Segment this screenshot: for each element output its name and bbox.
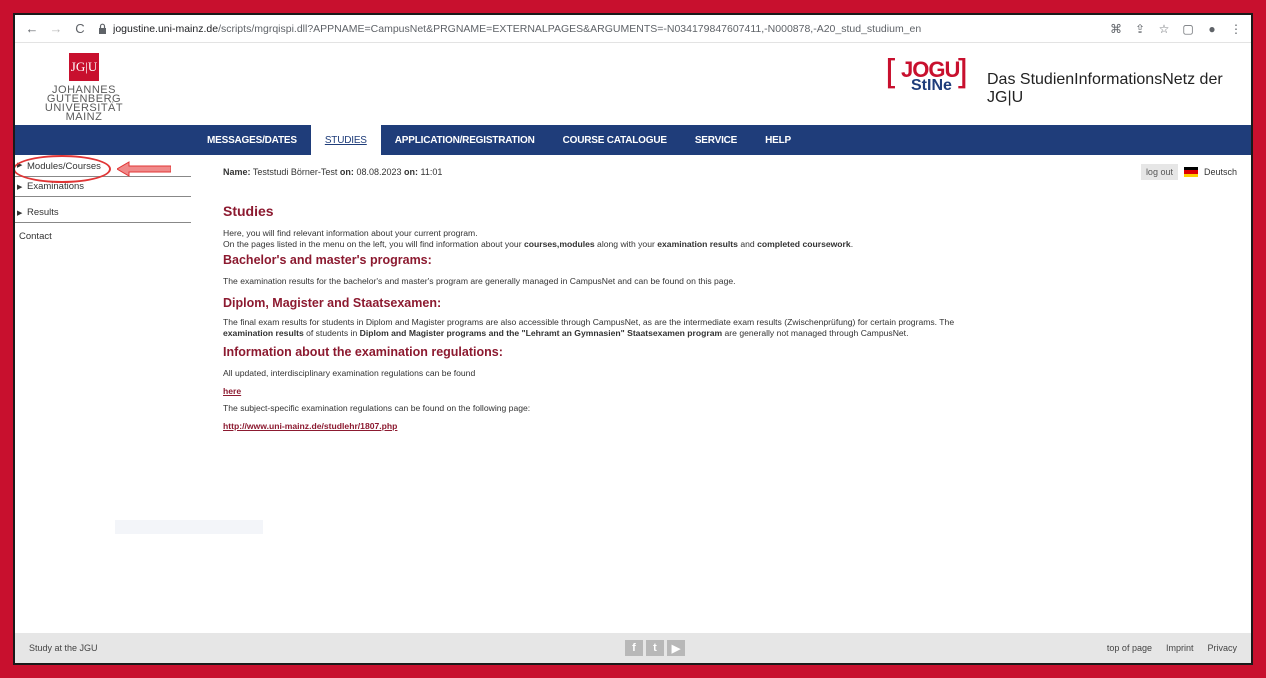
- logo-bracket-right: ]: [955, 53, 969, 93]
- footer-imprint[interactable]: Imprint: [1166, 643, 1194, 653]
- jgu-logo-line2: UNIVERSITÄT MAINZ: [44, 102, 124, 123]
- footer-study-link[interactable]: Study at the JGU: [29, 643, 1107, 653]
- app-window: ← → C jogustine.uni-mainz.de/scripts/mgr…: [13, 13, 1253, 665]
- nav-course-catalogue[interactable]: COURSE CATALOGUE: [549, 125, 681, 155]
- paragraph-regulations-2: The subject-specific examination regulat…: [223, 403, 531, 413]
- heading-exam-regulations: Information about the examination regula…: [223, 345, 503, 359]
- on-label-2: on:: [404, 167, 418, 177]
- sidebar-item-label: Contact: [19, 231, 52, 242]
- heading-diplom-magister: Diplom, Magister and Staatsexamen:: [223, 296, 442, 310]
- nav-studies[interactable]: STUDIES: [310, 125, 381, 155]
- reload-icon[interactable]: C: [71, 20, 89, 38]
- forward-icon[interactable]: →: [47, 20, 65, 38]
- sidepanel-icon[interactable]: ▢: [1181, 22, 1195, 36]
- jgu-logo[interactable]: JG|U JOHANNES GUTENBERG UNIVERSITÄT MAIN…: [29, 53, 139, 123]
- sidebar-item-results[interactable]: ▶ Results: [15, 203, 191, 223]
- annotation-arrow-icon: [117, 161, 171, 177]
- twitter-icon[interactable]: t: [646, 640, 664, 656]
- expand-triangle-icon: ▶: [17, 210, 23, 217]
- paragraph-bachelor-master: The examination results for the bachelor…: [223, 276, 736, 286]
- social-links: f t ▶: [625, 640, 685, 656]
- login-time: 11:01: [420, 167, 443, 177]
- heading-bachelor-master: Bachelor's and master's programs:: [223, 253, 432, 267]
- sidebar-item-label: Results: [27, 207, 59, 218]
- nav-messages-dates[interactable]: MESSAGES/DATES: [193, 125, 311, 155]
- url-path: /scripts/mgrqispi.dll?APPNAME=CampusNet&…: [218, 22, 922, 35]
- lock-icon: [95, 22, 109, 36]
- share-icon[interactable]: ⇪: [1133, 22, 1147, 36]
- footer-links: top of page Imprint Privacy: [1107, 643, 1237, 653]
- translate-icon[interactable]: ⌘: [1109, 22, 1123, 36]
- address-bar[interactable]: jogustine.uni-mainz.de/scripts/mgrqispi.…: [113, 23, 1109, 35]
- logo-stine-text: StINe: [911, 77, 952, 94]
- site-header: JG|U JOHANNES GUTENBERG UNIVERSITÄT MAIN…: [15, 43, 1251, 125]
- german-flag-icon[interactable]: [1183, 167, 1198, 177]
- user-info: Name: Teststudi Börner-Test on: 08.08.20…: [223, 167, 442, 177]
- back-icon[interactable]: ←: [23, 20, 41, 38]
- logo-bracket-left: [: [885, 53, 899, 93]
- profile-icon[interactable]: ●: [1205, 22, 1219, 36]
- user-name: Teststudi Börner-Test: [252, 167, 338, 177]
- paragraph-regulations-1: All updated, interdisciplinary examinati…: [223, 368, 476, 378]
- site-tagline: Das StudienInformationsNetz der JG|U: [987, 71, 1223, 106]
- ghost-overlay: [115, 520, 263, 534]
- page-title: Studies: [223, 203, 274, 219]
- bookmark-star-icon[interactable]: ☆: [1157, 22, 1171, 36]
- on-label: on:: [339, 167, 354, 177]
- name-label: Name:: [223, 167, 251, 177]
- intro-paragraph: Here, you will find relevant information…: [223, 228, 1123, 250]
- paragraph-diplom-magister: The final exam results for students in D…: [223, 317, 955, 338]
- jgu-logo-text: JOHANNES GUTENBERG UNIVERSITÄT MAINZ: [29, 85, 139, 123]
- browser-toolbar: ← → C jogustine.uni-mainz.de/scripts/mgr…: [15, 15, 1251, 43]
- login-date: 08.08.2023: [356, 167, 402, 177]
- top-links: log out Deutsch: [1140, 164, 1237, 180]
- expand-triangle-icon: ▶: [17, 184, 23, 191]
- url-host: jogustine.uni-mainz.de: [113, 22, 219, 35]
- nav-service[interactable]: SERVICE: [681, 125, 751, 155]
- menu-kebab-icon[interactable]: ⋮: [1229, 22, 1243, 36]
- main-navigation: MESSAGES/DATES STUDIES APPLICATION/REGIS…: [15, 125, 1251, 155]
- annotation-circle: [15, 155, 111, 183]
- intro-line-2: On the pages listed in the menu on the l…: [223, 239, 854, 249]
- jogustine-logo[interactable]: [ JOGU StINe ]: [885, 51, 969, 111]
- footer-privacy[interactable]: Privacy: [1207, 643, 1237, 653]
- nav-help[interactable]: HELP: [751, 125, 805, 155]
- facebook-icon[interactable]: f: [625, 640, 643, 656]
- browser-actions: ⌘ ⇪ ☆ ▢ ● ⋮: [1109, 22, 1243, 36]
- link-here[interactable]: here: [223, 386, 241, 396]
- jgu-logo-mark: JG|U: [69, 53, 99, 81]
- sidebar: ▶ Modules/Courses ▶ Examinations ▶ Resul…: [15, 155, 191, 246]
- logout-button[interactable]: log out: [1140, 164, 1178, 180]
- youtube-icon[interactable]: ▶: [667, 640, 685, 656]
- language-switch[interactable]: Deutsch: [1204, 167, 1237, 177]
- site-footer: Study at the JGU f t ▶ top of page Impri…: [15, 633, 1251, 663]
- intro-line-1: Here, you will find relevant information…: [223, 228, 478, 238]
- footer-top-of-page[interactable]: top of page: [1107, 643, 1152, 653]
- nav-application-registration[interactable]: APPLICATION/REGISTRATION: [381, 125, 549, 155]
- content-area: ▶ Modules/Courses ▶ Examinations ▶ Resul…: [15, 155, 1251, 635]
- link-studlehr[interactable]: http://www.uni-mainz.de/studlehr/1807.ph…: [223, 421, 397, 431]
- sidebar-item-contact[interactable]: Contact: [15, 227, 191, 246]
